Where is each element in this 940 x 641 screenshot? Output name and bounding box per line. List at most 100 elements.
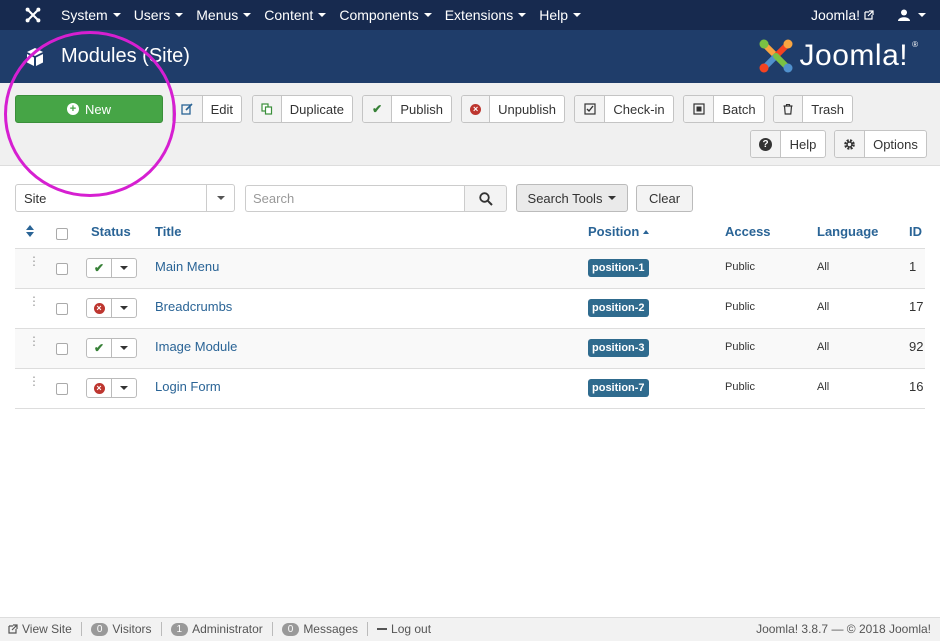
clear-button[interactable]: Clear: [636, 185, 693, 212]
user-menu[interactable]: [898, 9, 926, 21]
admin-count-badge: 1: [170, 622, 189, 636]
column-status[interactable]: Status: [91, 224, 131, 239]
menu-system[interactable]: System: [61, 7, 121, 23]
caret-down-icon: [518, 13, 527, 17]
unpublished-icon[interactable]: ×: [87, 299, 112, 317]
select-all-checkbox[interactable]: [56, 228, 68, 240]
published-check-icon[interactable]: ✔: [87, 259, 112, 277]
language-value: All: [817, 261, 830, 273]
row-checkbox[interactable]: [56, 303, 68, 315]
duplicate-button[interactable]: Duplicate: [252, 95, 353, 123]
published-check-icon[interactable]: ✔: [87, 339, 112, 357]
sort-ordering-icon[interactable]: [26, 225, 34, 237]
module-title-link[interactable]: Breadcrumbs: [155, 299, 232, 314]
status-dropdown-icon[interactable]: [112, 379, 136, 397]
checkbox-icon: [575, 96, 605, 122]
drag-handle-icon[interactable]: ⋮: [28, 375, 40, 387]
view-site-footer-link[interactable]: View Site: [8, 622, 72, 636]
search-input[interactable]: [245, 185, 465, 212]
new-button[interactable]: + New: [15, 95, 163, 123]
menu-components[interactable]: Components: [339, 7, 432, 23]
external-link-icon: [8, 624, 18, 634]
status-dropdown-icon[interactable]: [112, 299, 136, 317]
module-title-link[interactable]: Login Form: [155, 379, 221, 394]
column-position[interactable]: Position: [588, 224, 650, 239]
language-value: All: [817, 381, 830, 393]
batch-icon: [684, 96, 714, 122]
messages-status[interactable]: 0 Messages: [281, 622, 358, 636]
page-title: Modules (Site): [61, 45, 190, 67]
column-title[interactable]: Title: [155, 224, 182, 239]
id-value: 92: [909, 339, 924, 354]
options-button[interactable]: Options: [834, 130, 927, 158]
logout-link[interactable]: Log out: [377, 622, 431, 636]
menu-help[interactable]: Help: [539, 7, 581, 23]
unpublish-button[interactable]: × Unpublish: [461, 95, 565, 123]
administrator-status[interactable]: 1 Administrator: [170, 622, 263, 636]
sort-up-icon: [643, 229, 650, 234]
visitors-status[interactable]: 0 Visitors: [90, 622, 152, 636]
minus-icon: [377, 628, 388, 630]
row-checkbox[interactable]: [56, 383, 68, 395]
gear-icon: [835, 131, 865, 157]
language-value: All: [817, 301, 830, 313]
version-info: Joomla! 3.8.7 — © 2018 Joomla!: [756, 622, 931, 636]
caret-down-icon: [175, 13, 184, 17]
joomla-brand-logo-icon: [759, 39, 793, 73]
id-value: 1: [909, 259, 917, 274]
search-icon: [478, 191, 493, 206]
status-toggle[interactable]: ×: [86, 298, 137, 318]
status-footer: View Site 0 Visitors 1 Administrator 0 M…: [0, 617, 940, 641]
status-toggle[interactable]: ✔: [86, 338, 137, 358]
cube-icon: [27, 48, 43, 66]
caret-down-icon: [608, 196, 617, 200]
table-row: ⋮ × Breadcrumbs position-2 Public All 17: [15, 289, 925, 329]
module-title-link[interactable]: Main Menu: [155, 259, 219, 274]
drag-handle-icon[interactable]: ⋮: [28, 295, 40, 307]
row-checkbox[interactable]: [56, 263, 68, 275]
caret-down-icon: [206, 185, 234, 211]
module-title-link[interactable]: Image Module: [155, 339, 237, 354]
question-icon: ?: [751, 131, 781, 157]
drag-handle-icon[interactable]: ⋮: [28, 255, 40, 267]
id-value: 16: [909, 379, 924, 394]
search-tools-button[interactable]: Search Tools: [516, 184, 628, 212]
trash-button[interactable]: Trash: [773, 95, 853, 123]
batch-button[interactable]: Batch: [683, 95, 765, 123]
table-row: ⋮ ✔ Image Module position-3 Public All 9…: [15, 329, 925, 369]
status-dropdown-icon[interactable]: [112, 339, 136, 357]
main-menu: System Users Menus Content Components Ex…: [61, 0, 581, 30]
publish-button[interactable]: ✔ Publish: [362, 95, 452, 123]
view-site-link[interactable]: Joomla!: [811, 7, 874, 23]
column-access[interactable]: Access: [725, 224, 771, 239]
position-badge: position-7: [588, 379, 649, 397]
top-navbar: System Users Menus Content Components Ex…: [0, 0, 940, 30]
row-checkbox[interactable]: [56, 343, 68, 355]
access-value: Public: [725, 301, 755, 313]
column-language[interactable]: Language: [817, 224, 878, 239]
trash-icon: [774, 96, 804, 122]
joomla-logo-icon[interactable]: [24, 6, 42, 24]
menu-menus[interactable]: Menus: [196, 7, 252, 23]
status-toggle[interactable]: ✔: [86, 258, 137, 278]
client-select[interactable]: Site: [15, 184, 235, 212]
edit-button[interactable]: Edit: [172, 95, 242, 123]
check-icon: ✔: [363, 96, 393, 122]
caret-down-icon: [243, 13, 252, 17]
drag-handle-icon[interactable]: ⋮: [28, 335, 40, 347]
help-button[interactable]: ? Help: [750, 130, 826, 158]
caret-down-icon: [573, 13, 581, 17]
status-toggle[interactable]: ×: [86, 378, 137, 398]
search-button[interactable]: [464, 185, 507, 212]
menu-content[interactable]: Content: [264, 7, 327, 23]
position-badge: position-1: [588, 259, 649, 277]
unpublished-icon[interactable]: ×: [87, 379, 112, 397]
status-dropdown-icon[interactable]: [112, 259, 136, 277]
column-id[interactable]: ID: [909, 224, 922, 239]
checkin-button[interactable]: Check-in: [574, 95, 674, 123]
plus-circle-icon: +: [66, 103, 79, 115]
language-value: All: [817, 341, 830, 353]
menu-users[interactable]: Users: [134, 7, 184, 23]
menu-extensions[interactable]: Extensions: [445, 7, 527, 23]
page-header: Modules (Site) Joomla! ®: [0, 30, 940, 83]
